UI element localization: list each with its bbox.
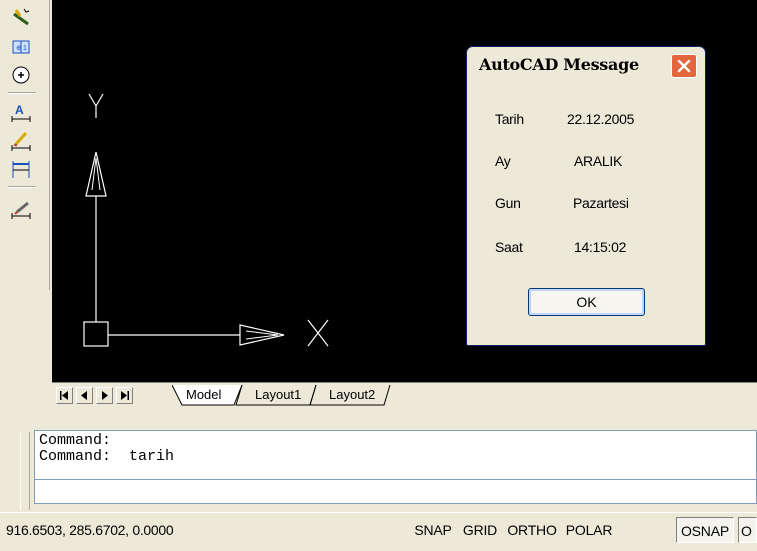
svg-text:1: 1 — [23, 45, 27, 52]
svg-text:A: A — [15, 103, 24, 117]
tab-model[interactable]: Model — [182, 385, 225, 405]
close-icon — [677, 59, 691, 73]
ucs-x-label — [307, 319, 329, 347]
time-label: Saat — [495, 239, 523, 255]
month-value: ARALIK — [574, 153, 622, 169]
dialog-titlebar[interactable]: AutoCAD Message — [467, 47, 705, 79]
snap-toggle[interactable]: SNAP — [410, 517, 456, 543]
command-line: Command: — [39, 432, 112, 449]
day-value: Pazartesi — [573, 195, 629, 211]
command-input[interactable] — [34, 480, 757, 504]
command-history: Command: Command: tarih — [34, 430, 757, 480]
dialog-title: AutoCAD Message — [479, 55, 639, 74]
coordinates-readout: 916.6503, 285.6702, 0.0000 — [6, 522, 174, 538]
status-bar: 916.6503, 285.6702, 0.0000 SNAP GRID ORT… — [0, 512, 757, 551]
dimension-toolbar: ⊕ 1 A — [0, 0, 50, 290]
svg-text:⊕: ⊕ — [16, 45, 22, 52]
autocad-message-dialog: AutoCAD Message Tarih 22.12.2005 Ay ARAL… — [466, 46, 706, 346]
time-value: 14:15:02 — [574, 239, 627, 255]
dimension-edit-icon[interactable] — [8, 128, 34, 154]
command-line: Command: tarih — [39, 448, 175, 465]
dimension-linear-icon[interactable] — [8, 156, 34, 182]
grid-toggle[interactable]: GRID — [458, 517, 502, 543]
month-label: Ay — [495, 153, 511, 169]
prev-tab-button[interactable] — [76, 387, 93, 404]
toolbar-separator — [8, 186, 36, 188]
dimension-angular-icon[interactable] — [8, 4, 34, 30]
dimension-text-icon[interactable]: A — [8, 100, 34, 126]
date-value: 22.12.2005 — [567, 111, 635, 127]
ucs-y-label — [88, 93, 104, 118]
toolbar-separator — [8, 92, 36, 94]
last-tab-button[interactable] — [116, 387, 133, 404]
last-icon — [121, 391, 129, 400]
tab-layout1[interactable]: Layout1 — [251, 385, 305, 405]
ortho-toggle[interactable]: ORTHO — [504, 517, 560, 543]
first-tab-button[interactable] — [56, 387, 73, 404]
tab-layout2[interactable]: Layout2 — [325, 385, 379, 405]
close-button[interactable] — [671, 54, 697, 78]
polar-toggle[interactable]: POLAR — [562, 517, 616, 543]
day-label: Gun — [495, 195, 521, 211]
date-label: Tarih — [495, 111, 524, 127]
otrack-toggle[interactable]: O — [738, 517, 757, 543]
osnap-toggle[interactable]: OSNAP — [676, 517, 734, 543]
dimension-style-icon[interactable] — [8, 196, 34, 222]
command-window: Command: Command: tarih — [0, 424, 757, 512]
ucs-origin-box — [83, 321, 109, 347]
prev-icon — [81, 391, 87, 400]
next-tab-button[interactable] — [96, 387, 113, 404]
command-window-grip[interactable] — [20, 432, 30, 510]
dimension-continue-icon[interactable]: ⊕ 1 — [8, 34, 34, 60]
layout-tabs-bar: Model Layout1 Layout2 — [52, 382, 757, 408]
autocad-window: ⊕ 1 A Model Layout1 Layout2 Command: Com… — [0, 0, 757, 551]
first-icon — [60, 391, 68, 400]
dimension-center-icon[interactable] — [8, 62, 34, 88]
ok-button[interactable]: OK — [528, 288, 645, 316]
next-icon — [102, 391, 108, 400]
